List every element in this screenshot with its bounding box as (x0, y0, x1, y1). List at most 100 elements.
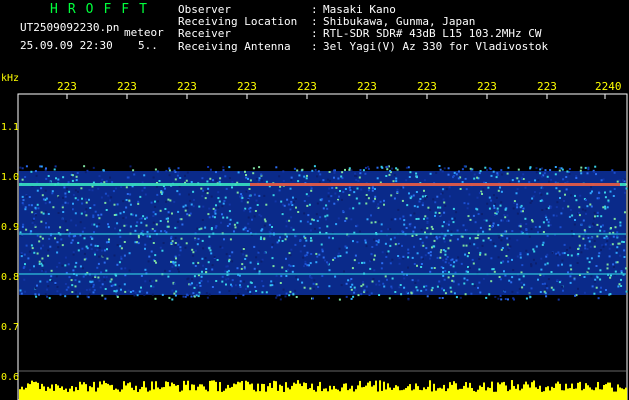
amplitude-bar (267, 386, 269, 400)
noise-pixel (591, 285, 594, 288)
amplitude-bar (525, 381, 527, 400)
noise-pixel (87, 296, 90, 299)
noise-pixel (407, 266, 409, 269)
noise-pixel (124, 290, 127, 293)
noise-pixel (293, 167, 296, 170)
noise-pixel (152, 285, 155, 288)
amplitude-bar (213, 380, 215, 400)
noise-pixel (71, 174, 74, 177)
noise-pixel (490, 257, 493, 260)
noise-pixel (55, 177, 57, 180)
amplitude-bar (327, 391, 329, 400)
noise-pixel (291, 270, 294, 273)
noise-pixel (113, 254, 116, 257)
noise-pixel (362, 283, 365, 286)
noise-pixel (165, 200, 168, 203)
noise-pixel (184, 204, 187, 207)
noise-pixel (239, 280, 242, 283)
noise-pixel (409, 197, 412, 200)
amplitude-bar (549, 390, 551, 400)
noise-pixel (534, 226, 537, 228)
noise-pixel (518, 278, 521, 281)
noise-pixel (161, 249, 164, 252)
noise-pixel (288, 219, 291, 222)
noise-pixel (40, 211, 43, 214)
noise-pixel (334, 275, 337, 278)
amplitude-bar (603, 384, 605, 400)
noise-pixel (582, 235, 585, 238)
noise-pixel (251, 218, 253, 221)
noise-pixel (444, 204, 447, 207)
noise-pixel (351, 283, 354, 286)
amplitude-bar (155, 381, 157, 400)
noise-pixel (443, 221, 445, 224)
noise-pixel (618, 179, 621, 182)
amplitude-bar (117, 389, 119, 400)
noise-pixel (559, 226, 562, 229)
noise-pixel (176, 226, 179, 229)
noise-pixel (554, 166, 557, 168)
noise-pixel (258, 194, 261, 197)
noise-pixel (619, 224, 622, 227)
noise-pixel (218, 291, 221, 294)
noise-pixel (462, 224, 465, 227)
noise-pixel (148, 235, 151, 238)
noise-pixel (61, 204, 64, 207)
noise-pixel (528, 181, 531, 184)
noise-pixel (354, 172, 357, 175)
noise-pixel (96, 245, 99, 247)
noise-pixel (243, 209, 246, 212)
noise-pixel (31, 221, 34, 224)
noise-pixel (77, 198, 80, 201)
noise-pixel (467, 270, 469, 273)
noise-pixel (173, 169, 176, 172)
noise-pixel (600, 215, 603, 218)
noise-pixel (482, 239, 485, 242)
noise-pixel (372, 200, 375, 203)
noise-pixel (272, 194, 275, 197)
amplitude-bar (609, 382, 611, 400)
noise-pixel (236, 191, 239, 194)
noise-pixel (255, 256, 258, 259)
noise-pixel (442, 237, 445, 240)
noise-pixel (299, 240, 302, 242)
amplitude-bar (451, 384, 453, 400)
noise-pixel (128, 269, 131, 272)
amplitude-bar (39, 389, 41, 400)
noise-pixel (119, 245, 122, 248)
amplitude-bar (541, 391, 543, 400)
noise-pixel (290, 216, 293, 219)
noise-pixel (422, 244, 425, 247)
amplitude-bar (271, 387, 273, 400)
noise-pixel (343, 270, 345, 273)
noise-pixel (488, 196, 491, 199)
amplitude-bar (351, 385, 353, 400)
noise-pixel (237, 171, 240, 174)
noise-pixel (606, 206, 609, 209)
noise-pixel (339, 255, 342, 257)
noise-pixel (288, 252, 291, 255)
noise-pixel (306, 251, 309, 254)
noise-pixel (149, 238, 152, 240)
noise-pixel (385, 256, 388, 258)
noise-pixel (33, 224, 36, 227)
noise-pixel (448, 271, 450, 274)
noise-pixel (127, 289, 130, 292)
noise-pixel (81, 247, 84, 250)
noise-pixel (125, 199, 128, 201)
noise-pixel (425, 288, 428, 291)
noise-pixel (125, 216, 128, 219)
noise-pixel (507, 298, 509, 301)
noise-pixel (593, 245, 596, 248)
noise-pixel (498, 236, 501, 239)
noise-pixel (457, 256, 460, 259)
noise-pixel (383, 285, 386, 288)
noise-pixel (171, 298, 174, 301)
amplitude-bar (415, 383, 417, 400)
noise-pixel (417, 279, 420, 282)
noise-pixel (593, 171, 596, 174)
noise-pixel (143, 174, 146, 177)
noise-pixel (420, 256, 423, 259)
noise-pixel (237, 293, 240, 295)
noise-pixel (37, 207, 40, 210)
